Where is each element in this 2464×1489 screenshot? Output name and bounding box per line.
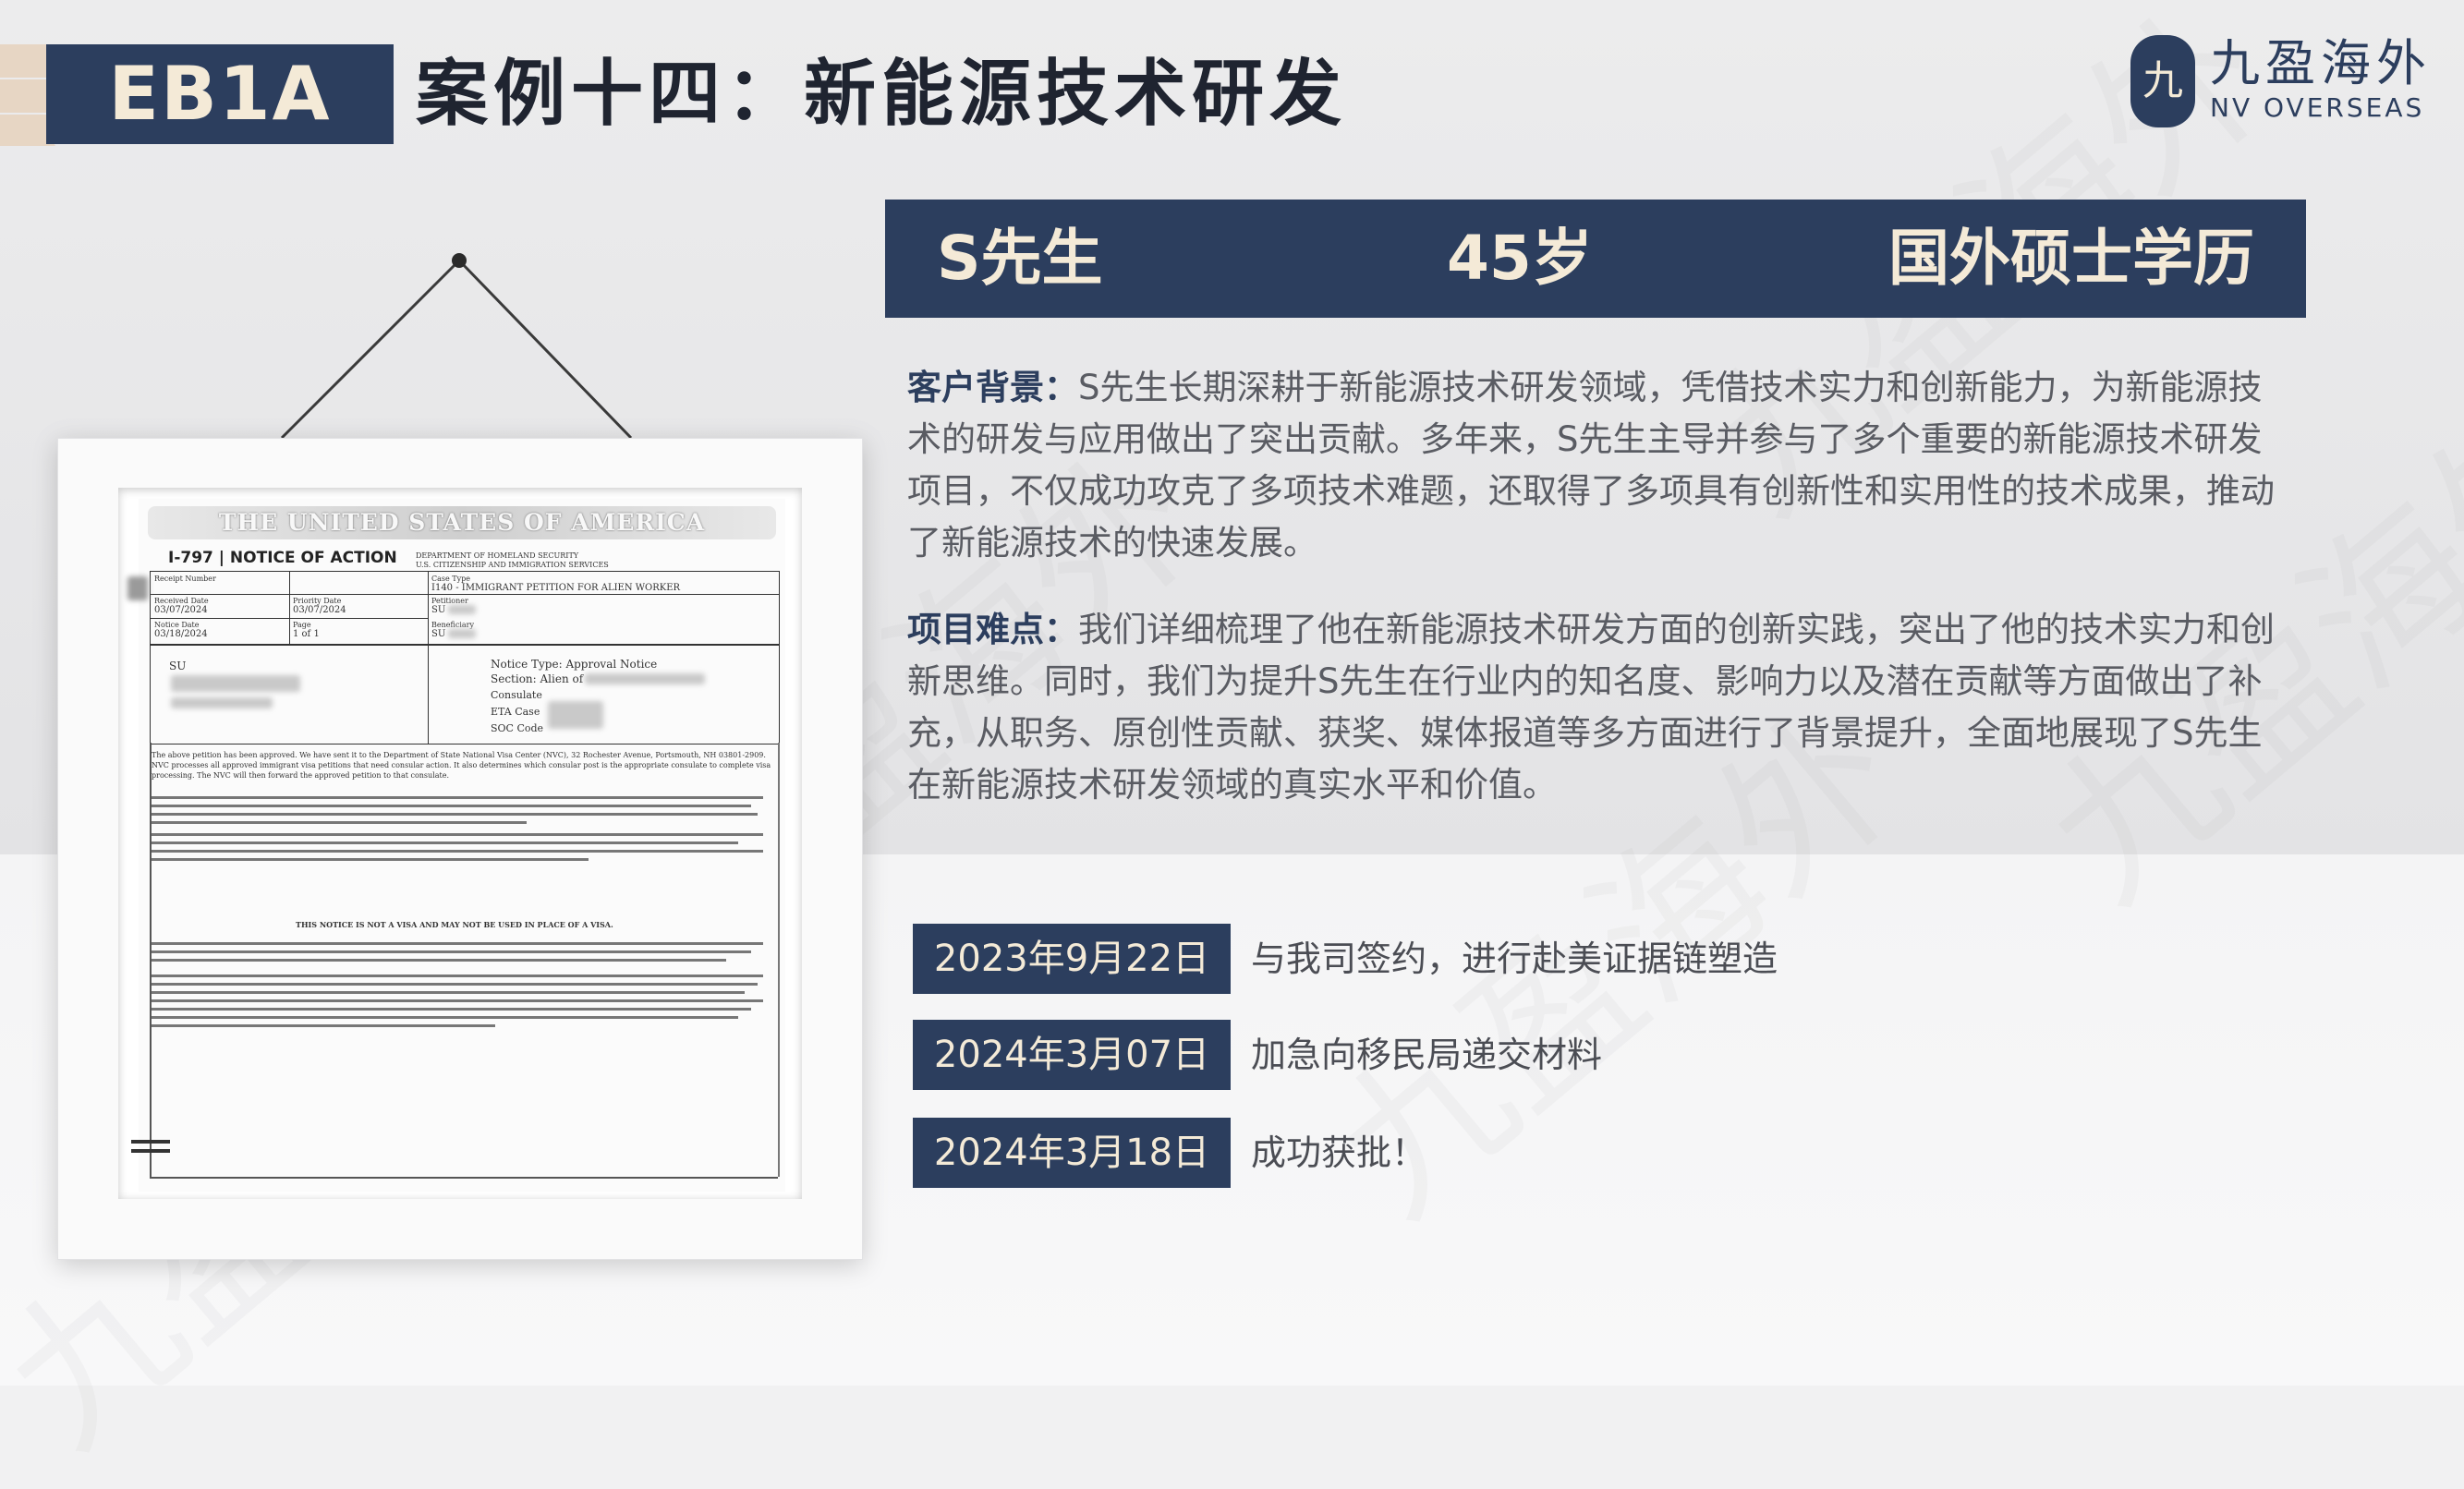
not-a-visa-notice: THIS NOTICE IS NOT A VISA AND MAY NOT BE…	[296, 920, 613, 929]
timeline-date: 2023年9月22日	[913, 924, 1231, 994]
frame-mat: THE UNITED STATES OF AMERICA I-797 | NOT…	[118, 488, 802, 1199]
petitioner-value: SU	[431, 605, 446, 615]
project-difficulty-label: 项目难点：	[907, 610, 1078, 649]
soc-code-label: SOC Code	[491, 722, 544, 734]
case-info-table: Receipt Number Case Type I140 - IMMIGRAN…	[150, 571, 780, 744]
addressee-value: SU	[169, 660, 187, 672]
client-education: 国外硕士学历	[1888, 223, 2254, 294]
notice-type: Notice Type: Approval Notice	[491, 658, 658, 671]
seal-logo-icon: 九	[2130, 35, 2195, 127]
nail-icon	[452, 253, 467, 268]
consulate-label: Consulate	[491, 689, 542, 701]
timeline-event: 成功获批！	[1251, 1132, 1427, 1173]
client-background-paragraph: 客户背景：S先生长期深耕于新能源技术研发领域，凭借技术实力和创新能力，为新能源技…	[907, 362, 2291, 569]
logo-english-name: NV OVERSEAS	[2210, 92, 2425, 123]
eta-case-label: ETA Case	[491, 706, 540, 718]
timeline-date: 2024年3月18日	[913, 1118, 1231, 1188]
notice-date-value: 03/18/2024	[154, 629, 208, 639]
approval-notice-document: THE UNITED STATES OF AMERICA I-797 | NOT…	[139, 499, 785, 1192]
case-type-value: I140 - IMMIGRANT PETITION FOR ALIEN WORK…	[431, 583, 681, 593]
picture-frame: THE UNITED STATES OF AMERICA I-797 | NOT…	[57, 438, 863, 1260]
document-header-text: THE UNITED STATES OF AMERICA	[218, 509, 706, 536]
equals-mark	[131, 1149, 170, 1153]
client-info-banner: S先生 45岁 国外硕士学历	[885, 200, 2306, 318]
section-value: Section: Alien of	[491, 672, 584, 685]
timeline-date: 2024年3月07日	[913, 1020, 1231, 1090]
client-age: 45岁	[1447, 223, 1593, 294]
svg-text:九: 九	[2142, 57, 2183, 104]
agency-name: U.S. CITIZENSHIP AND IMMIGRATION SERVICE…	[416, 561, 609, 569]
timeline-event: 加急向移民局递交材料	[1251, 1035, 1603, 1075]
page-value: 1 of 1	[293, 629, 320, 639]
notice-text-lines	[152, 796, 776, 866]
project-difficulty-text: 我们详细梳理了他在新能源技术研发方面的创新实践，突出了他的技术实力和创新思维。同…	[907, 610, 2275, 805]
client-name: S先生	[937, 223, 1103, 294]
client-background-text: S先生长期深耕于新能源技术研发领域，凭借技术实力和创新能力，为新能源技术的研发与…	[907, 368, 2275, 563]
priority-date-value: 03/07/2024	[293, 605, 346, 615]
logo-chinese-name: 九盈海外	[2210, 34, 2432, 92]
frame-hanging-wire	[280, 253, 633, 440]
notice-text-lines	[152, 942, 776, 1033]
timeline-event: 与我司签约，进行赴美证据链塑造	[1251, 938, 1778, 979]
beneficiary-value: SU	[431, 629, 446, 639]
form-title: I-797 | NOTICE OF ACTION	[168, 549, 397, 567]
document-header-banner: THE UNITED STATES OF AMERICA	[148, 506, 776, 539]
approval-body-text: The above petition has been approved. We…	[152, 751, 771, 780]
project-difficulty-paragraph: 项目难点：我们详细梳理了他在新能源技术研发方面的创新实践，突出了他的技术实力和创…	[907, 604, 2291, 811]
receipt-number-label: Receipt Number	[154, 575, 216, 583]
equals-mark	[131, 1140, 170, 1144]
client-background-label: 客户背景：	[907, 368, 1078, 407]
received-date-value: 03/07/2024	[154, 605, 208, 615]
